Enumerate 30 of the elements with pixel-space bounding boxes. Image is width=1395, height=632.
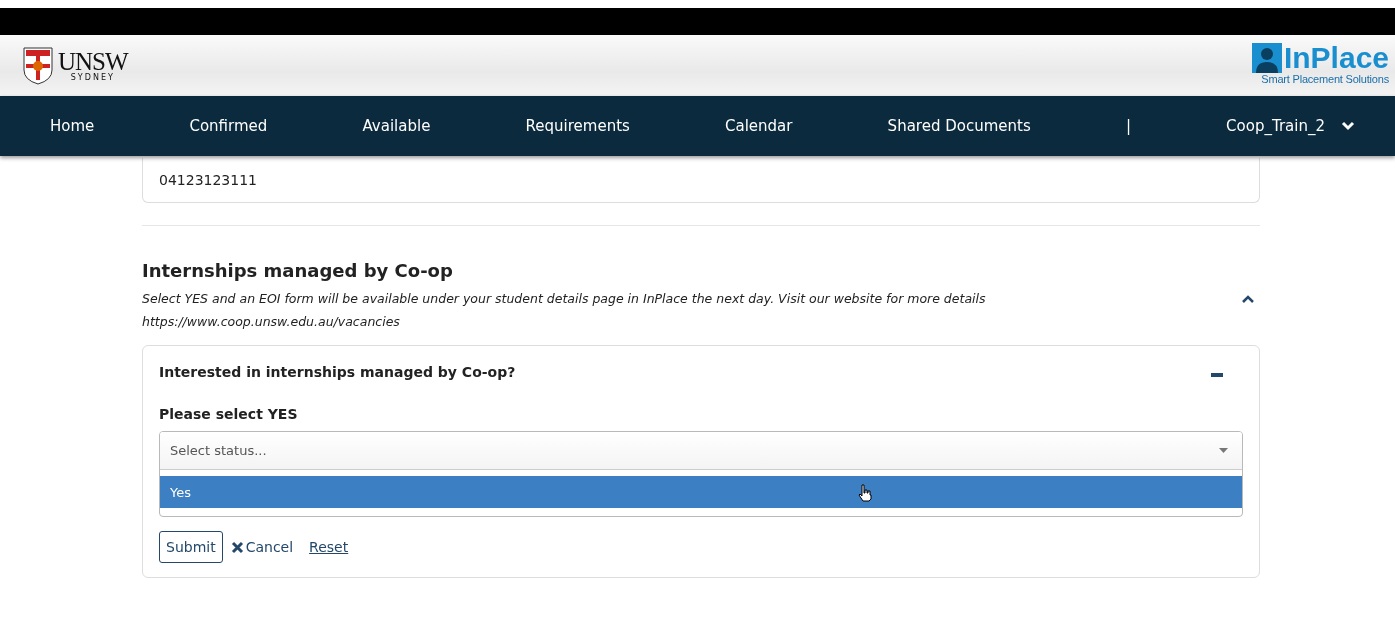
crest-icon: [22, 45, 54, 86]
nav-link[interactable]: Requirements: [525, 117, 630, 135]
product-logo-name: InPlace: [1283, 42, 1389, 73]
university-logo-subtitle: SYDNEY: [70, 74, 115, 82]
cancel-button[interactable]: Cancel: [230, 539, 294, 555]
nav-separator: |: [1125, 117, 1131, 135]
close-icon: [230, 540, 244, 554]
chevron-up-icon[interactable]: [1242, 295, 1254, 303]
chevron-down-icon[interactable]: [1341, 121, 1355, 131]
submit-button[interactable]: Submit: [159, 531, 223, 563]
nav-link[interactable]: Home: [50, 117, 95, 135]
nav-link[interactable]: Calendar: [725, 117, 793, 135]
nav-link[interactable]: Available: [362, 117, 431, 135]
website-url: https://www.coop.unsw.edu.au/vacancies: [142, 313, 401, 331]
user-menu[interactable]: Coop_Train_2: [1226, 117, 1325, 135]
section-description: Select YES and an EOI form will be available under your student details page in InPlace the next day. Visit our website for more details: [142, 290, 987, 308]
nav-link[interactable]: Confirmed: [189, 117, 268, 135]
section-title: Internships managed by Co-op: [142, 260, 454, 281]
phone-number: 04123123111: [159, 172, 257, 188]
dropdown-option[interactable]: Yes: [160, 476, 1242, 508]
field-label: Please select YES: [159, 406, 299, 422]
person-icon: [1251, 42, 1282, 73]
status-select[interactable]: Select status...: [160, 432, 1242, 470]
reset-link[interactable]: Reset: [309, 539, 349, 555]
caret-icon: [1219, 448, 1228, 453]
hand-cursor-icon: [858, 484, 872, 502]
product-tagline: Smart Placement Solutions: [1261, 72, 1389, 85]
nav-link[interactable]: Shared Documents: [887, 117, 1031, 135]
question-title: Interested in internships managed by Co-op?: [159, 364, 516, 380]
university-logo-name: UNSW: [58, 49, 128, 74]
